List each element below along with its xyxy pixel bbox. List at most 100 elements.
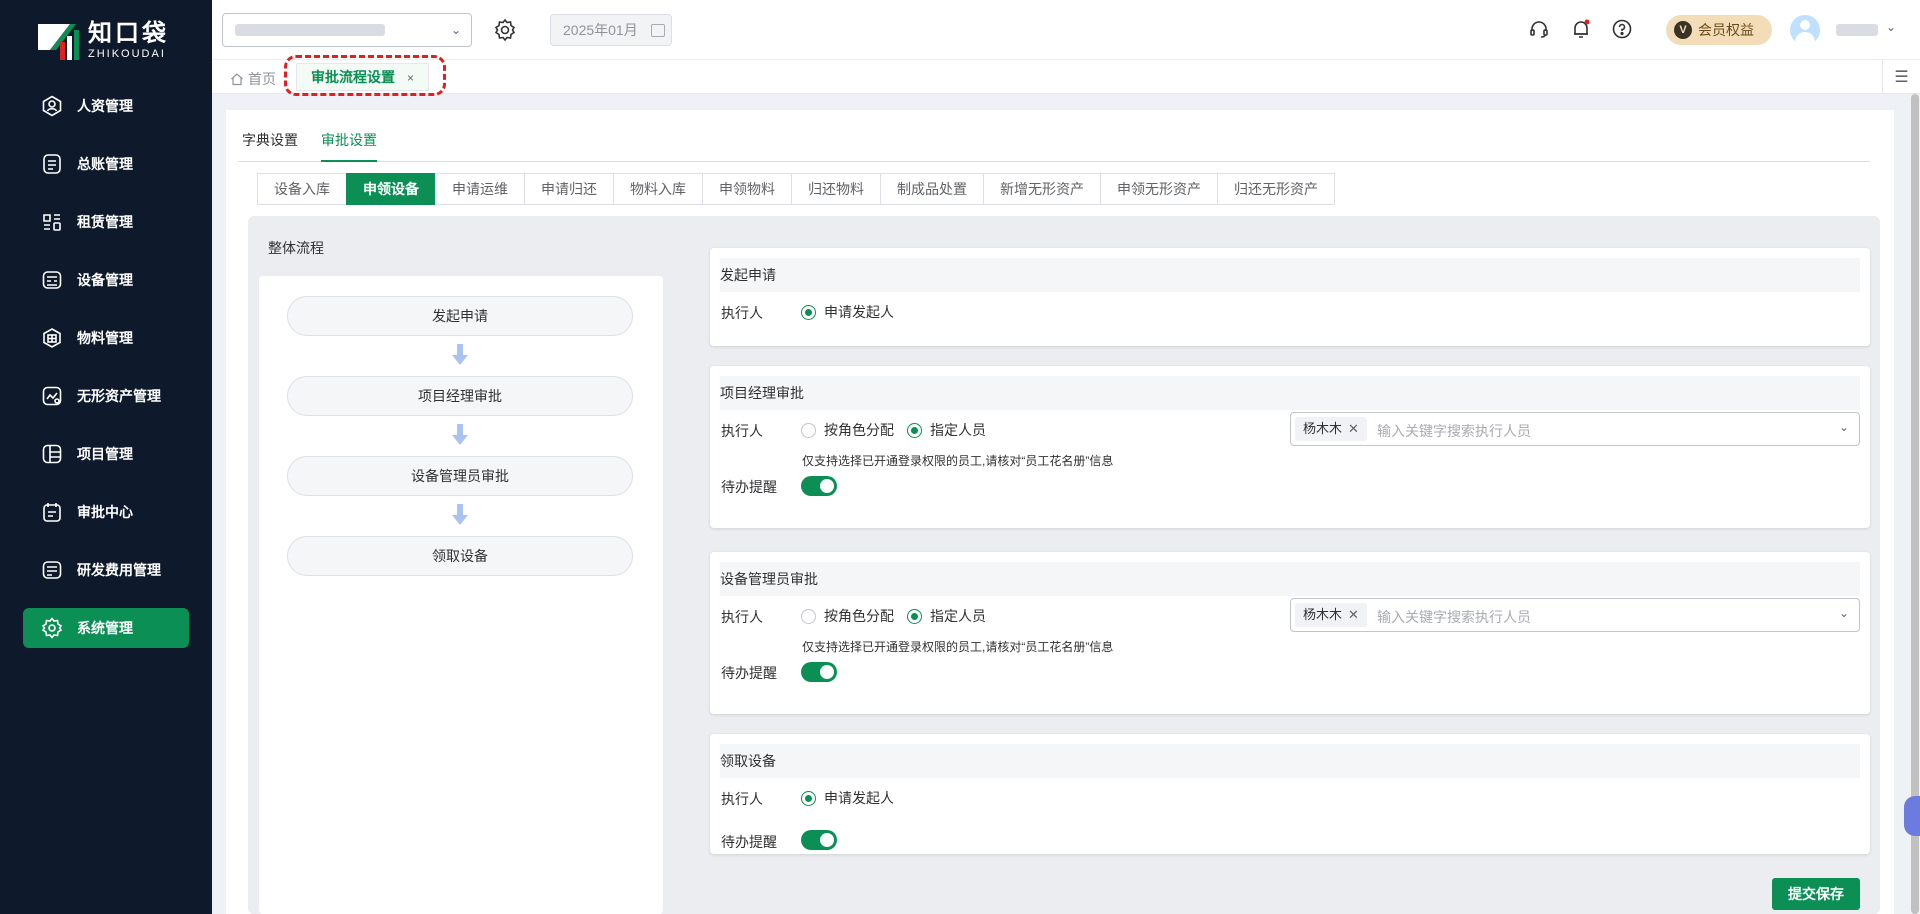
tabs-menu-icon[interactable]: ☰ (1882, 60, 1920, 94)
sidebar-item-intangible-assets[interactable]: 无形资产管理 (23, 376, 189, 416)
executor-label: 执行人 (721, 609, 763, 625)
radio-applicant[interactable]: 申请发起人 (801, 788, 894, 808)
flow-node[interactable]: 设备管理员审批 (287, 456, 633, 496)
sidebar-item-lease[interactable]: 租赁管理 (23, 202, 189, 242)
avatar[interactable] (1790, 15, 1820, 45)
hint-text: 仅支持选择已开通登录权限的员工,请核对“员工花名册”信息 (802, 640, 1114, 654)
close-icon[interactable]: ✕ (1348, 421, 1359, 436)
selected-person-chip[interactable]: 杨木木 ✕ (1295, 603, 1367, 627)
subtab-material-inbound[interactable]: 物料入库 (613, 173, 703, 205)
chevron-down-icon: ⌄ (1838, 420, 1849, 434)
executor-label: 执行人 (721, 305, 763, 321)
subtab-request-return[interactable]: 申请归还 (524, 173, 614, 205)
executor-picker[interactable]: 杨木木 ✕ 输入关键字搜索执行人员 ⌄ (1290, 412, 1860, 446)
submit-save-button[interactable]: 提交保存 (1772, 878, 1860, 910)
sidebar-item-approval-center[interactable]: 审批中心 (23, 492, 189, 532)
chat-widget-icon[interactable] (1904, 796, 1920, 836)
flow-node[interactable]: 项目经理审批 (287, 376, 633, 416)
help-icon[interactable] (1611, 18, 1633, 40)
settings-tabs: 字典设置 审批设置 (238, 110, 1870, 162)
chip-label: 杨木木 (1303, 421, 1343, 436)
radio-applicant[interactable]: 申请发起人 (801, 302, 894, 322)
main-content: 字典设置 审批设置 设备入库 申领设备 申请运维 申请归还 物料入库 申领物料 … (226, 110, 1894, 914)
radio-by-role[interactable]: 按角色分配 (801, 606, 894, 626)
brand-name-cn: 知口袋 (88, 20, 169, 47)
rd-cost-icon (41, 559, 63, 581)
radio-specific-person[interactable]: 指定人员 (907, 606, 986, 626)
close-icon[interactable]: ✕ (1348, 607, 1359, 622)
sidebar-item-label: 研发费用管理 (77, 562, 161, 578)
company-select[interactable]: ⌄ (222, 13, 472, 47)
reminder-toggle[interactable] (801, 476, 837, 496)
sidebar-item-label: 人资管理 (77, 98, 133, 114)
step-card-equipment-admin: 设备管理员审批 执行人 按角色分配 指定人员 杨木木 ✕ 输入关键字搜索执行人员 … (710, 552, 1870, 714)
sidebar-item-label: 无形资产管理 (77, 388, 161, 404)
company-name-redacted (235, 24, 385, 36)
selected-person-chip[interactable]: 杨木木 ✕ (1295, 417, 1367, 441)
step-card-receive-equipment: 领取设备 执行人 申请发起人 待办提醒 (710, 734, 1870, 854)
sidebar-item-material[interactable]: 物料管理 (23, 318, 189, 358)
reminder-toggle[interactable] (801, 830, 837, 850)
step-card-initiate: 发起申请 执行人 申请发起人 (710, 248, 1870, 346)
sidebar: 知口袋 ZHIKOUDAI 人资管理 总账管理 租赁管理 设备管理 物料管理 无… (0, 0, 212, 914)
sidebar-item-equipment[interactable]: 设备管理 (23, 260, 189, 300)
vip-benefits-button[interactable]: V 会员权益 (1666, 15, 1772, 45)
subtab-return-material[interactable]: 归还物料 (791, 173, 881, 205)
step-card-project-manager: 项目经理审批 执行人 按角色分配 指定人员 杨木木 ✕ 输入关键字搜索执行人员 ⌄… (710, 366, 1870, 528)
sidebar-item-label: 总账管理 (77, 156, 133, 172)
flow-node[interactable]: 发起申请 (287, 296, 633, 336)
user-name-redacted[interactable] (1836, 24, 1878, 36)
headset-icon[interactable] (1528, 18, 1550, 40)
radio-label: 按角色分配 (824, 422, 894, 438)
subtab-claim-intangible-asset[interactable]: 申领无形资产 (1100, 173, 1218, 205)
executor-search-input[interactable]: 输入关键字搜索执行人员 (1377, 607, 1531, 627)
subtab-claim-material[interactable]: 申领物料 (702, 173, 792, 205)
step-card-title: 设备管理员审批 (720, 562, 1860, 596)
executor-label: 执行人 (721, 423, 763, 439)
settings-gear-icon[interactable] (492, 17, 518, 43)
intangible-asset-icon (41, 385, 63, 407)
radio-dot-icon (801, 422, 816, 438)
month-picker[interactable]: 2025年01月 (550, 14, 672, 46)
scrollbar[interactable] (1910, 94, 1920, 914)
sidebar-item-project[interactable]: 项目管理 (23, 434, 189, 474)
subtab-return-intangible-asset[interactable]: 归还无形资产 (1217, 173, 1335, 205)
flow-title: 整体流程 (268, 240, 324, 256)
arrow-down-icon (452, 504, 468, 525)
subtab-finished-goods-disposal[interactable]: 制成品处置 (880, 173, 984, 205)
tab-dictionary-settings[interactable]: 字典设置 (242, 130, 298, 160)
arrow-down-icon (452, 424, 468, 445)
brand-logo[interactable]: 知口袋 ZHIKOUDAI (36, 20, 169, 62)
flow-node[interactable]: 领取设备 (287, 536, 633, 576)
chevron-down-icon[interactable]: ⌄ (1886, 20, 1896, 34)
executor-search-input[interactable]: 输入关键字搜索执行人员 (1377, 421, 1531, 441)
home-icon (231, 73, 243, 86)
bell-icon[interactable] (1570, 18, 1592, 40)
subtab-add-intangible-asset[interactable]: 新增无形资产 (983, 173, 1101, 205)
radio-label: 指定人员 (930, 608, 986, 624)
radio-dot-icon (801, 790, 816, 806)
sidebar-item-system[interactable]: 系统管理 (23, 608, 189, 648)
subtab-claim-equipment[interactable]: 申领设备 (346, 173, 436, 205)
reminder-label: 待办提醒 (721, 834, 777, 850)
subtab-equipment-inbound[interactable]: 设备入库 (257, 173, 347, 205)
chip-label: 杨木木 (1303, 607, 1343, 622)
tab-approval-flow-settings[interactable]: 审批流程设置 × (296, 63, 430, 91)
tab-label: 审批流程设置 (311, 69, 395, 85)
subtab-request-maintenance[interactable]: 申请运维 (435, 173, 525, 205)
tab-approval-settings[interactable]: 审批设置 (321, 130, 377, 162)
vip-badge-icon: V (1674, 21, 1692, 39)
sidebar-item-hr[interactable]: 人资管理 (23, 86, 189, 126)
close-icon[interactable]: × (407, 71, 414, 85)
executor-picker[interactable]: 杨木木 ✕ 输入关键字搜索执行人员 ⌄ (1290, 598, 1860, 632)
radio-by-role[interactable]: 按角色分配 (801, 420, 894, 440)
radio-specific-person[interactable]: 指定人员 (907, 420, 986, 440)
radio-dot-icon (907, 422, 922, 438)
sidebar-item-ledger[interactable]: 总账管理 (23, 144, 189, 184)
sidebar-nav: 人资管理 总账管理 租赁管理 设备管理 物料管理 无形资产管理 项目管理 审批中… (0, 86, 212, 666)
top-header: ⌄ 2025年01月 V 会员权益 ⌄ (212, 0, 1920, 60)
reminder-toggle[interactable] (801, 662, 837, 682)
sidebar-item-rd-cost[interactable]: 研发费用管理 (23, 550, 189, 590)
tab-home[interactable]: 首页 (230, 69, 276, 89)
brand-name-en: ZHIKOUDAI (88, 48, 166, 60)
